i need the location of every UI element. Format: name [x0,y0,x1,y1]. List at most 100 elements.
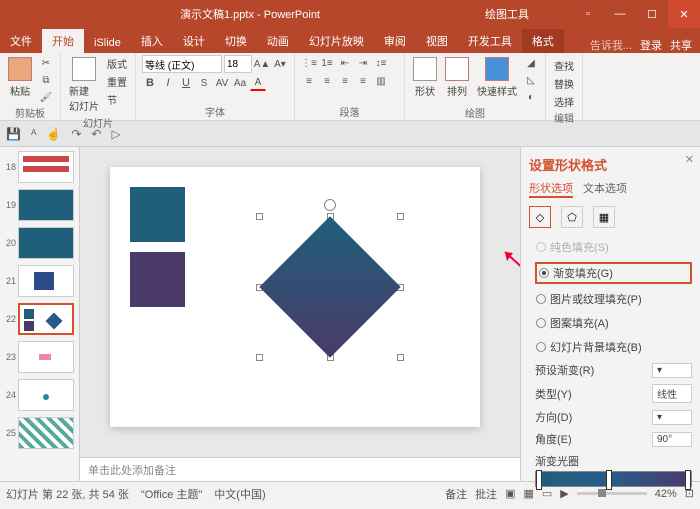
numbering-icon[interactable]: 1≡ [319,55,335,71]
thumb-22[interactable]: 22 [2,303,77,335]
effects-icon[interactable]: ⬠ [561,206,583,228]
rotation-handle-icon[interactable] [324,199,336,211]
indent-dec-icon[interactable]: ⇤ [337,55,353,71]
thumb-19[interactable]: 19 [2,189,77,221]
format-painter-icon[interactable]: 🖌 [38,89,54,105]
slide-thumbnails[interactable]: 18 19 20 21 22 23 24 25 [0,147,80,481]
fill-pattern-radio[interactable]: 图案填充(A) [535,314,692,332]
pane-close-icon[interactable]: ✕ [685,153,694,166]
tab-islide[interactable]: iSlide [84,33,131,53]
thumb-24[interactable]: 24 [2,379,77,411]
thumb-23[interactable]: 23 [2,341,77,373]
zoom-level[interactable]: 42% [655,488,677,500]
tab-home[interactable]: 开始 [42,29,84,53]
shape-square-teal[interactable] [130,187,185,242]
layout-button[interactable]: 版式 [105,55,129,72]
shape-square-purple[interactable] [130,252,185,307]
spacing-icon[interactable]: Aa [232,75,248,91]
signin-link[interactable]: 登录 [640,37,662,53]
columns-icon[interactable]: ▥ [373,73,389,89]
tell-me[interactable]: 告诉我... [590,37,632,53]
diamond-shape[interactable] [259,216,400,357]
font-family-select[interactable] [142,55,222,73]
notes-pane[interactable]: 单击此处添加备注 [80,457,520,481]
line-spacing-icon[interactable]: ↕≡ [373,55,389,71]
thumb-20[interactable]: 20 [2,227,77,259]
tab-file[interactable]: 文件 [0,29,42,53]
status-notes-button[interactable]: 备注 [445,486,467,502]
shrink-font-icon[interactable]: A▾ [272,56,288,72]
grow-font-icon[interactable]: A▲ [254,56,270,72]
view-sorter-icon[interactable]: ▦ [523,487,533,500]
tab-design[interactable]: 设计 [173,29,215,53]
resize-handle[interactable] [397,354,404,361]
strike-icon[interactable]: S [196,75,212,91]
fill-gradient-radio[interactable]: 渐变填充(G) [535,262,692,284]
new-slide-button[interactable]: 新建 幻灯片 [67,55,101,115]
align-center-icon[interactable]: ≡ [319,73,335,89]
zoom-slider[interactable] [577,492,647,495]
shape-outline-icon[interactable]: ◺ [523,72,539,88]
shapes-button[interactable]: 形状 [411,55,439,100]
preset-gradient-dropdown[interactable]: ▾ [652,363,692,378]
tab-animation[interactable]: 动画 [257,29,299,53]
status-language[interactable]: 中文(中国) [214,486,265,502]
resize-handle[interactable] [256,354,263,361]
share-button[interactable]: 共享 [670,37,692,53]
bullets-icon[interactable]: ⋮≡ [301,55,317,71]
gradient-stop[interactable] [536,470,542,490]
section-button[interactable]: 节 [105,91,129,108]
status-comments-button[interactable]: 批注 [475,486,497,502]
quickstyle-button[interactable]: 快速样式 [475,55,519,100]
minimize-icon[interactable]: — [604,0,636,28]
find-button[interactable]: 查找 [552,57,576,74]
tab-developer[interactable]: 开发工具 [458,29,522,53]
cut-icon[interactable]: ✂ [38,55,54,71]
shape-fill-icon[interactable]: ◢ [523,55,539,71]
replace-button[interactable]: 替换 [552,75,576,92]
fill-solid-radio[interactable]: 纯色填充(S) [535,238,692,256]
qat-undo-icon[interactable]: ↶ [91,127,101,141]
align-right-icon[interactable]: ≡ [337,73,353,89]
tab-review[interactable]: 审阅 [374,29,416,53]
fill-slidebg-radio[interactable]: 幻灯片背景填充(B) [535,338,692,356]
tab-format[interactable]: 格式 [522,29,564,53]
close-icon[interactable]: ✕ [668,0,700,28]
view-reading-icon[interactable]: ▭ [542,487,552,500]
pane-tab-text[interactable]: 文本选项 [583,180,627,198]
arrange-button[interactable]: 排列 [443,55,471,100]
tab-insert[interactable]: 插入 [131,29,173,53]
thumb-25[interactable]: 25 [2,417,77,449]
qat-save-icon[interactable]: 💾 [6,127,21,141]
fill-picture-radio[interactable]: 图片或纹理填充(P) [535,290,692,308]
paste-button[interactable]: 粘贴 [6,55,34,100]
copy-icon[interactable]: ⧉ [38,72,54,88]
gradient-stop[interactable] [685,470,691,490]
tab-transition[interactable]: 切换 [215,29,257,53]
current-slide[interactable] [110,167,480,427]
view-normal-icon[interactable]: ▣ [505,487,515,500]
gradient-direction-dropdown[interactable]: ▾ [652,410,692,425]
size-props-icon[interactable]: ▦ [593,206,615,228]
indent-inc-icon[interactable]: ⇥ [355,55,371,71]
tab-slideshow[interactable]: 幻灯片放映 [299,29,374,53]
shadow-icon[interactable]: AV [214,75,230,91]
gradient-stop[interactable] [606,470,612,490]
font-size-select[interactable] [224,55,252,73]
view-slideshow-icon[interactable]: ▶ [560,487,568,500]
font-color-icon[interactable]: A [250,75,266,91]
align-left-icon[interactable]: ≡ [301,73,317,89]
ribbon-display-icon[interactable]: ▫ [572,0,604,28]
justify-icon[interactable]: ≡ [355,73,371,89]
pane-tab-shape[interactable]: 形状选项 [529,180,573,198]
select-button[interactable]: 选择 [552,93,576,110]
resize-handle[interactable] [256,213,263,220]
gradient-angle-input[interactable]: 90° [652,432,692,447]
gradient-type-dropdown[interactable]: 线性 [652,384,692,403]
shape-effects-icon[interactable]: ◐ [523,89,539,105]
resize-handle[interactable] [397,213,404,220]
slide-canvas[interactable]: 单击此处添加备注 [80,147,520,481]
tab-view[interactable]: 视图 [416,29,458,53]
gradient-stops-slider[interactable] [535,471,692,487]
qat-start-icon[interactable]: ▷ [111,127,120,141]
